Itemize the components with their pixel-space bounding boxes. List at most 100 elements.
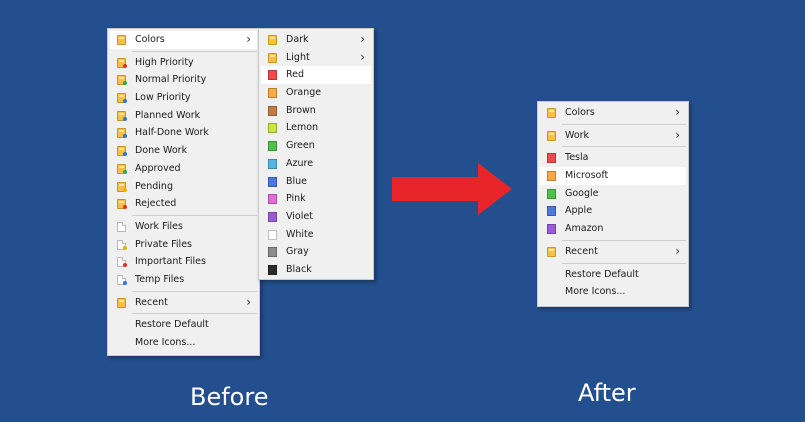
after-item-microsoft[interactable]: Microsoft bbox=[540, 167, 686, 185]
status-dot-icon bbox=[123, 245, 127, 250]
recent-folder-icon bbox=[117, 297, 126, 308]
menu-item-label: Restore Default bbox=[135, 319, 209, 331]
before-item-low-priority[interactable]: Low Priority bbox=[110, 89, 257, 107]
white-swatch-icon bbox=[268, 229, 277, 240]
colors-item-lemon[interactable]: Lemon bbox=[261, 119, 371, 137]
after-item-google[interactable]: Google bbox=[540, 185, 686, 203]
blue-swatch-icon bbox=[268, 176, 277, 187]
menu-item-label: Low Priority bbox=[135, 92, 191, 104]
after-item-amazon[interactable]: Amazon bbox=[540, 220, 686, 238]
recent-folder-icon bbox=[547, 246, 556, 257]
colors-item-azure[interactable]: Azure bbox=[261, 155, 371, 173]
status-dot-icon bbox=[123, 205, 127, 210]
brown-swatch-icon bbox=[268, 105, 277, 116]
menu-item-label: Recent bbox=[565, 245, 598, 257]
after-item-colors[interactable]: Colors › bbox=[540, 104, 686, 122]
normal-priority-folder-icon bbox=[117, 75, 127, 86]
colors-item-white[interactable]: White bbox=[261, 226, 371, 244]
before-item-temp-files[interactable]: Temp Files bbox=[110, 271, 257, 289]
menu-item-label: More Icons... bbox=[565, 286, 626, 298]
after-item-apple[interactable]: Apple bbox=[540, 202, 686, 220]
colors-item-black[interactable]: Black bbox=[261, 261, 371, 279]
status-dot-icon bbox=[123, 116, 127, 121]
before-caption: Before bbox=[190, 383, 269, 411]
before-item-normal-priority[interactable]: Normal Priority bbox=[110, 71, 257, 89]
folder-icon bbox=[268, 35, 277, 45]
violet-swatch-icon bbox=[547, 224, 556, 235]
colors-item-green[interactable]: Green bbox=[261, 137, 371, 155]
pink-swatch-icon bbox=[268, 194, 277, 205]
lemon-swatch-icon bbox=[268, 123, 277, 134]
menu-item-label: Approved bbox=[135, 162, 181, 174]
before-item-approved[interactable]: Approved bbox=[110, 160, 257, 178]
colors-item-violet[interactable]: Violet bbox=[261, 208, 371, 226]
menu-item-label: Restore Default bbox=[565, 268, 639, 280]
after-context-menu: Colors › Work › Tesla Microsoft Google Apple Ama… bbox=[537, 101, 689, 307]
chevron-right-icon: › bbox=[360, 32, 365, 46]
important-files-icon bbox=[117, 257, 127, 268]
before-item-colors[interactable]: Colors › bbox=[110, 31, 257, 49]
before-item-high-priority[interactable]: High Priority bbox=[110, 54, 257, 72]
menu-item-label: Dark bbox=[286, 34, 309, 45]
before-item-pending[interactable]: Pending bbox=[110, 178, 257, 196]
private-files-icon bbox=[117, 239, 127, 250]
work-files-icon bbox=[117, 221, 126, 232]
colors-item-dark[interactable]: Dark › bbox=[261, 31, 371, 49]
status-dot-icon bbox=[123, 63, 127, 68]
before-item-planned-work[interactable]: Planned Work bbox=[110, 107, 257, 125]
menu-item-label: More Icons... bbox=[135, 337, 196, 348]
chevron-right-icon: › bbox=[246, 294, 251, 309]
status-dot-icon bbox=[123, 99, 127, 104]
menu-separator bbox=[562, 123, 686, 125]
approved-folder-icon bbox=[117, 163, 127, 174]
menu-item-label: Rejected bbox=[135, 198, 177, 210]
orange-swatch-icon bbox=[547, 171, 556, 182]
menu-item-label: Tesla bbox=[565, 152, 589, 164]
orange-swatch-icon bbox=[268, 88, 277, 99]
after-item-work[interactable]: Work › bbox=[540, 127, 686, 145]
menu-item-label: Colors bbox=[135, 34, 165, 45]
folder-icon bbox=[268, 52, 277, 63]
right-arrow-icon bbox=[392, 163, 512, 215]
before-item-important-files[interactable]: Important Files bbox=[110, 253, 257, 271]
menu-item-label: Brown bbox=[286, 104, 316, 116]
colors-item-brown[interactable]: Brown bbox=[261, 102, 371, 120]
before-context-menu: Colors › High Priority Normal Priority Low P… bbox=[107, 28, 260, 356]
colors-item-red[interactable]: Red bbox=[261, 66, 371, 85]
folder-icon bbox=[547, 108, 556, 118]
after-item-recent[interactable]: Recent › bbox=[540, 243, 686, 261]
blue-swatch-icon bbox=[547, 206, 556, 217]
before-item-more-icons[interactable]: More Icons... bbox=[110, 334, 257, 352]
before-item-recent[interactable]: Recent › bbox=[110, 294, 257, 312]
after-item-tesla[interactable]: Tesla bbox=[540, 149, 686, 167]
before-item-rejected[interactable]: Rejected bbox=[110, 195, 257, 213]
before-item-work-files[interactable]: Work Files bbox=[110, 218, 257, 236]
green-swatch-icon bbox=[268, 141, 277, 152]
menu-separator bbox=[132, 290, 257, 292]
colors-item-blue[interactable]: Blue bbox=[261, 173, 371, 191]
colors-item-pink[interactable]: Pink bbox=[261, 190, 371, 208]
chevron-right-icon: › bbox=[675, 127, 680, 142]
colors-item-light[interactable]: Light › bbox=[261, 49, 371, 67]
pending-folder-icon bbox=[117, 181, 127, 192]
chevron-right-icon: › bbox=[675, 243, 680, 258]
menu-item-label: Half-Done Work bbox=[135, 127, 209, 139]
menu-item-label: Gray bbox=[286, 246, 309, 258]
status-dot-icon bbox=[123, 187, 127, 192]
menu-item-label: Blue bbox=[286, 175, 308, 187]
menu-item-label: Black bbox=[286, 263, 312, 275]
before-item-private-files[interactable]: Private Files bbox=[110, 236, 257, 254]
menu-item-label: Private Files bbox=[135, 238, 192, 250]
high-priority-folder-icon bbox=[117, 57, 127, 68]
menu-separator bbox=[132, 214, 257, 216]
colors-submenu: Dark › Light › Red Orange Brown Lemon Green Azure… bbox=[258, 28, 374, 280]
before-item-done-work[interactable]: Done Work bbox=[110, 142, 257, 160]
before-item-restore-default[interactable]: Restore Default bbox=[110, 316, 257, 334]
chevron-right-icon: › bbox=[246, 32, 251, 46]
colors-item-gray[interactable]: Gray bbox=[261, 243, 371, 261]
before-item-half-done-work[interactable]: Half-Done Work bbox=[110, 124, 257, 142]
menu-item-label: High Priority bbox=[135, 56, 194, 68]
colors-item-orange[interactable]: Orange bbox=[261, 84, 371, 102]
after-item-restore-default[interactable]: Restore Default bbox=[540, 266, 686, 284]
after-item-more-icons[interactable]: More Icons... bbox=[540, 283, 686, 301]
